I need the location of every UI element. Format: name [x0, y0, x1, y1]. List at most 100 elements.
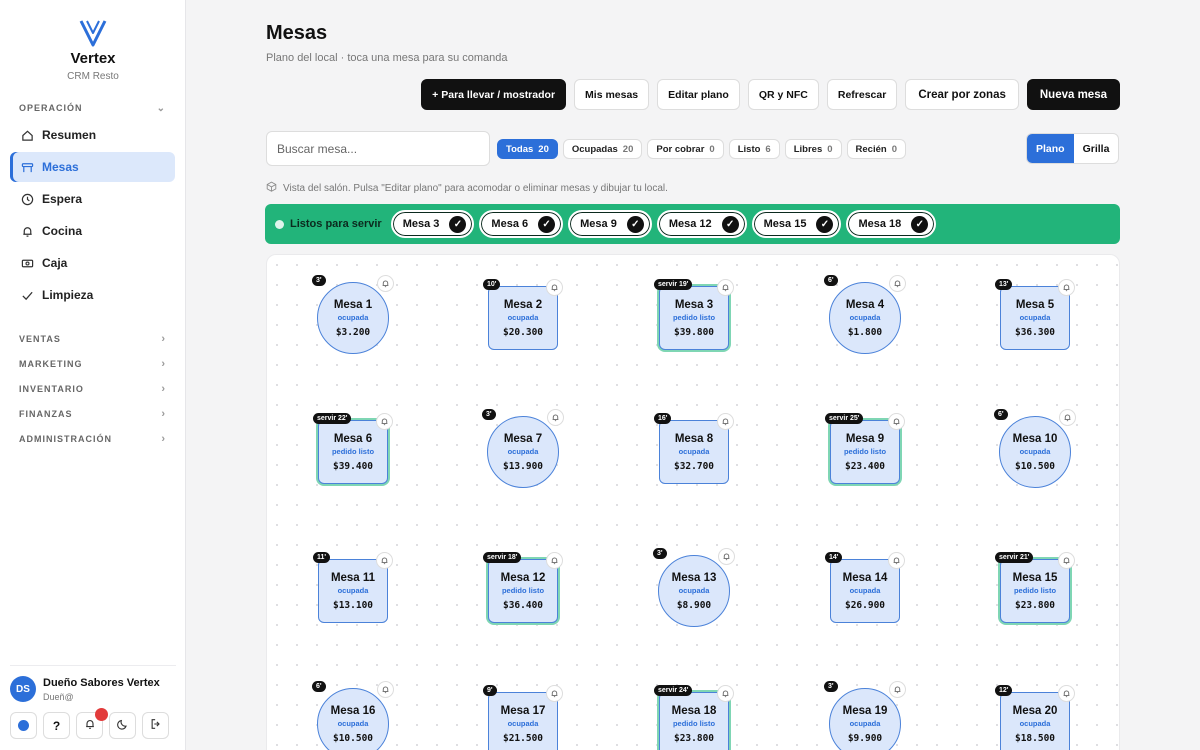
- nav-group-marketing[interactable]: MARKETING ›: [10, 351, 175, 376]
- table-card[interactable]: 3' Mesa 7 ocupada $13.900: [482, 409, 564, 488]
- notifications-button[interactable]: [76, 708, 108, 739]
- check-icon: ✓: [626, 215, 644, 233]
- floor-plan: 3' Mesa 1 ocupada $3.200 10' Mesa 2 ocupada $20…: [266, 254, 1120, 750]
- ready-pill[interactable]: Mesa 3 ✓: [390, 210, 475, 238]
- table-total: $23.800: [673, 732, 715, 744]
- cash-icon: [20, 256, 34, 270]
- bell-icon[interactable]: [718, 548, 735, 565]
- table-card[interactable]: 3' Mesa 19 ocupada $9.900: [824, 681, 906, 750]
- chevron-right-icon: ›: [161, 332, 166, 345]
- edit-plan-button[interactable]: Editar plano: [657, 79, 740, 110]
- search-input[interactable]: [266, 131, 490, 166]
- table-card[interactable]: servir 24' Mesa 18 pedido listo $23.800: [654, 685, 734, 750]
- bell-icon[interactable]: [547, 409, 564, 426]
- sidebar-item-label: Cocina: [42, 224, 83, 238]
- filter-por-cobrar[interactable]: Por cobrar 0: [647, 139, 724, 159]
- bell-icon[interactable]: [888, 552, 905, 569]
- sidebar-item-cocina[interactable]: Cocina: [10, 216, 175, 246]
- filter-count: 0: [709, 143, 715, 155]
- qr-nfc-button[interactable]: QR y NFC: [747, 79, 819, 110]
- new-table-button[interactable]: Nueva mesa: [1026, 79, 1120, 110]
- table-card[interactable]: 16' Mesa 8 ocupada $32.700: [654, 413, 734, 484]
- table-card[interactable]: servir 25' Mesa 9 pedido listo $23.400: [825, 413, 905, 484]
- ready-pill[interactable]: Mesa 9 ✓: [568, 210, 652, 238]
- table-card[interactable]: 6' Mesa 16 ocupada $10.500: [312, 681, 394, 750]
- table-name: Mesa 11: [330, 571, 376, 584]
- bell-icon[interactable]: [1058, 279, 1075, 296]
- brand-logo[interactable]: Vertex CRM Resto: [0, 18, 186, 82]
- sidebar-item-espera[interactable]: Espera: [10, 184, 175, 214]
- help-button[interactable]: ?: [43, 712, 70, 739]
- table-card[interactable]: 13' Mesa 5 ocupada $36.300: [995, 279, 1075, 350]
- view-plan-button[interactable]: Plano: [1027, 134, 1074, 163]
- view-toggle: Plano Grilla: [1026, 133, 1120, 164]
- table-status: ocupada: [507, 446, 539, 456]
- table-card[interactable]: 6' Mesa 4 ocupada $1.800: [824, 275, 906, 354]
- takeaway-button[interactable]: + Para llevar / mostrador: [421, 79, 567, 110]
- bell-icon[interactable]: [546, 279, 563, 296]
- table-card[interactable]: 12' Mesa 20 ocupada $18.500: [995, 685, 1075, 750]
- table-total: $21.500: [502, 732, 544, 744]
- table-card[interactable]: servir 21' Mesa 15 pedido listo $23.800: [995, 552, 1075, 623]
- theme-toggle-button[interactable]: [109, 712, 136, 739]
- my-tables-button[interactable]: Mis mesas: [574, 79, 650, 110]
- bell-icon[interactable]: [717, 413, 734, 430]
- bell-icon[interactable]: [889, 275, 906, 292]
- bell-icon: [84, 718, 96, 733]
- bell-icon[interactable]: [717, 279, 734, 296]
- create-zones-button[interactable]: Crear por zonas: [905, 79, 1019, 110]
- bell-icon[interactable]: [1059, 409, 1076, 426]
- ready-pill[interactable]: Mesa 18 ✓: [846, 210, 937, 238]
- bell-icon[interactable]: [546, 552, 563, 569]
- sidebar-item-resumen[interactable]: Resumen: [10, 120, 175, 150]
- nav-group-finanzas[interactable]: FINANZAS ›: [10, 401, 175, 426]
- table-card[interactable]: servir 22' Mesa 6 pedido listo $39.400: [313, 413, 393, 484]
- table-timer-badge: 3': [824, 681, 838, 692]
- table-status: ocupada: [507, 312, 539, 322]
- bell-icon[interactable]: [376, 413, 393, 430]
- bell-icon[interactable]: [1058, 552, 1075, 569]
- table-card[interactable]: 10' Mesa 2 ocupada $20.300: [483, 279, 563, 350]
- nav-group-administracion[interactable]: ADMINISTRACIÓN ›: [10, 426, 175, 451]
- bell-icon[interactable]: [717, 685, 734, 702]
- table-status: pedido listo: [672, 718, 716, 728]
- nav-section-operacion[interactable]: OPERACIÓN ⌄: [10, 98, 175, 118]
- bell-icon[interactable]: [1058, 685, 1075, 702]
- table-card[interactable]: servir 19' Mesa 3 pedido listo $39.800: [654, 279, 734, 350]
- chevron-right-icon: ›: [161, 382, 166, 395]
- bell-icon[interactable]: [889, 681, 906, 698]
- sidebar-item-caja[interactable]: Caja: [10, 248, 175, 278]
- table-card[interactable]: 6' Mesa 10 ocupada $10.500: [994, 409, 1076, 488]
- filter-ocupadas[interactable]: Ocupadas 20: [562, 139, 643, 159]
- bell-icon[interactable]: [377, 275, 394, 292]
- table-card[interactable]: 11' Mesa 11 ocupada $13.100: [313, 552, 393, 623]
- refresh-button[interactable]: Refrescar: [826, 79, 898, 110]
- table-card[interactable]: 3' Mesa 1 ocupada $3.200: [312, 275, 394, 354]
- view-grid-button[interactable]: Grilla: [1074, 134, 1119, 163]
- ready-pill[interactable]: Mesa 15 ✓: [751, 210, 842, 238]
- logout-button[interactable]: [142, 712, 169, 739]
- table-card[interactable]: 14' Mesa 14 ocupada $26.900: [825, 552, 905, 623]
- nav-group-inventario[interactable]: INVENTARIO ›: [10, 376, 175, 401]
- filter-recien[interactable]: Recién 0: [846, 139, 906, 159]
- filter-todas[interactable]: Todas 20: [497, 139, 558, 159]
- filter-label: Recién: [855, 143, 887, 155]
- filter-libres[interactable]: Libres 0: [784, 139, 842, 159]
- ready-pill[interactable]: Mesa 6 ✓: [479, 210, 564, 238]
- bell-icon[interactable]: [376, 552, 393, 569]
- table-card[interactable]: 3' Mesa 13 ocupada $8.900: [653, 548, 735, 627]
- ready-pill[interactable]: Mesa 12 ✓: [656, 210, 747, 238]
- floor-hint: Vista del salón. Pulsa "Editar plano" pa…: [266, 181, 668, 195]
- filter-listo[interactable]: Listo 6: [728, 139, 780, 159]
- bell-icon[interactable]: [888, 413, 905, 430]
- table-card[interactable]: 9' Mesa 17 ocupada $21.500: [483, 685, 563, 750]
- user-profile[interactable]: DS Dueño Sabores Vertex Dueñ@: [10, 676, 176, 702]
- bell-icon[interactable]: [546, 685, 563, 702]
- bell-icon[interactable]: [377, 681, 394, 698]
- ready-pill-label: Mesa 6: [491, 218, 529, 230]
- status-button[interactable]: [10, 712, 37, 739]
- sidebar-item-mesas[interactable]: Mesas: [10, 152, 175, 182]
- nav-group-ventas[interactable]: VENTAS ›: [10, 326, 175, 351]
- table-card[interactable]: servir 18' Mesa 12 pedido listo $36.400: [483, 552, 563, 623]
- sidebar-item-limpieza[interactable]: Limpieza: [10, 280, 175, 310]
